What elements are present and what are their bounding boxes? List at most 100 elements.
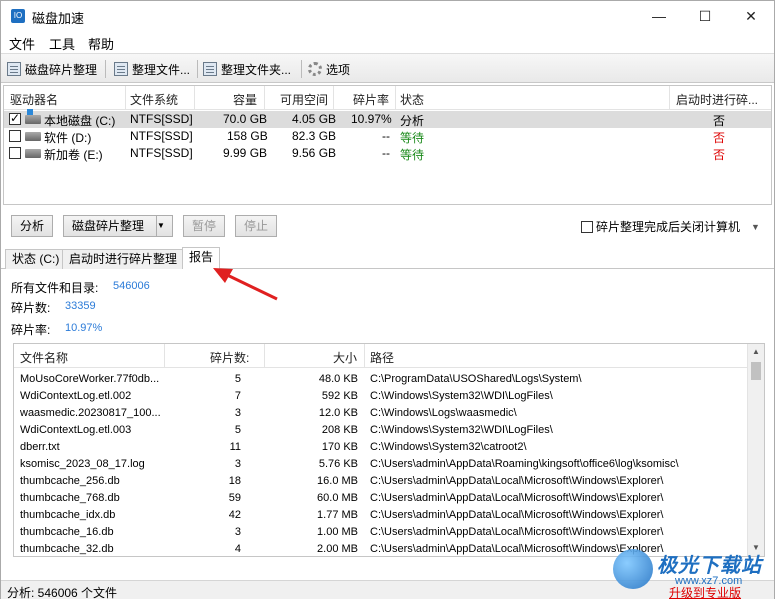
file-fragments-cell: 18 xyxy=(228,475,241,487)
col-status[interactable]: 状态 xyxy=(400,91,424,108)
table-row[interactable]: WdiContextLog.etl.002 7 592 KB C:\Windows\S… xyxy=(14,388,747,405)
chevron-down-icon[interactable]: ▼ xyxy=(156,216,172,236)
window-title: 磁盘加速 xyxy=(32,11,85,26)
drive-row-d[interactable]: 软件 (D:) NTFS[SSD] 158 GB 82.3 GB -- 等待 否 xyxy=(4,128,771,145)
col-free-space[interactable]: 可用空间 xyxy=(280,91,328,108)
table-row[interactable]: dberr.txt 11 170 KB C:\Windows\System32\cat… xyxy=(14,439,747,456)
table-row[interactable]: thumbcache_idx.db 42 1.77 MB C:\Users\admin… xyxy=(14,507,747,524)
drive-row-e[interactable]: 新加卷 (E:) NTFS[SSD] 9.99 GB 9.56 GB -- 等待… xyxy=(4,145,771,162)
file-fragments-cell: 3 xyxy=(234,458,241,470)
table-row[interactable]: waasmedic.20230817_100... 3 12.0 KB C:\Wind… xyxy=(14,405,747,422)
app-icon: IO xyxy=(11,9,25,23)
column-divider[interactable] xyxy=(125,86,126,109)
column-divider[interactable] xyxy=(364,344,365,367)
gear-icon xyxy=(308,62,322,76)
tab-report[interactable]: 报告 xyxy=(182,247,221,270)
column-divider[interactable] xyxy=(669,86,670,109)
vertical-scrollbar[interactable]: ▲ ▼ xyxy=(747,344,764,556)
file-fragments-cell: 3 xyxy=(234,407,241,419)
file-size-cell: 1.77 MB xyxy=(317,509,358,521)
file-path-cell: C:\Windows\System32\WDI\LogFiles\ xyxy=(370,390,553,402)
col-size[interactable]: 大小 xyxy=(333,349,357,366)
defrag-toolbar-button[interactable]: 磁盘碎片整理 xyxy=(7,59,97,79)
scrollbar-thumb[interactable] xyxy=(751,362,761,380)
column-divider[interactable] xyxy=(164,344,165,367)
pause-button[interactable]: 暂停 xyxy=(183,215,225,237)
stop-button[interactable]: 停止 xyxy=(235,215,277,237)
file-path-cell: C:\Users\admin\AppData\Local\Microsoft\W… xyxy=(370,492,664,504)
shutdown-checkbox[interactable] xyxy=(581,220,593,233)
close-icon[interactable]: ✕ xyxy=(728,1,774,31)
file-name-cell: thumbcache_256.db xyxy=(20,475,120,487)
defrag-icon xyxy=(7,62,21,76)
drive-fs: NTFS[SSD] xyxy=(130,112,193,126)
file-name-cell: thumbcache_32.db xyxy=(20,543,114,555)
table-row[interactable]: thumbcache_256.db 18 16.0 MB C:\Users\admin… xyxy=(14,473,747,490)
tab-status-c[interactable]: 状态 (C:) xyxy=(5,249,67,269)
file-fragments-cell: 7 xyxy=(234,390,241,402)
column-divider[interactable] xyxy=(264,86,265,109)
column-divider[interactable] xyxy=(333,86,334,109)
col-fragments[interactable]: 碎片数: xyxy=(210,349,249,366)
drive-row-c[interactable]: 本地磁盘 (C:) NTFS[SSD] 70.0 GB 4.05 GB 10.9… xyxy=(4,109,771,128)
table-row[interactable]: thumbcache_768.db 59 60.0 MB C:\Users\admin… xyxy=(14,490,747,507)
fragments-label: 碎片数: xyxy=(11,301,51,315)
drive-checkbox-d[interactable] xyxy=(9,130,21,142)
defrag-folder-label: 整理文件夹... xyxy=(221,62,292,77)
table-row[interactable]: MoUsoCoreWorker.77f0db... 5 48.0 KB C:\Prog… xyxy=(14,371,747,388)
file-name-cell: thumbcache_768.db xyxy=(20,492,120,504)
drive-status: 分析 xyxy=(400,114,425,128)
drive-boot-defrag: 否 xyxy=(713,148,726,162)
action-bar: 分析 磁盘碎片整理 ▼ 暂停 停止 碎片整理完成后关闭计算机 ▼ xyxy=(1,211,774,239)
minimize-icon[interactable]: — xyxy=(636,1,682,31)
file-size-cell: 170 KB xyxy=(321,441,358,453)
defrag-button-label: 磁盘碎片整理 xyxy=(72,219,145,233)
drive-checkbox-e[interactable] xyxy=(9,147,21,159)
tab-boot-defrag[interactable]: 启动时进行碎片整理 xyxy=(62,249,185,269)
col-filesystem[interactable]: 文件系统 xyxy=(130,91,178,108)
file-fragments-cell: 42 xyxy=(228,509,241,521)
drive-checkbox-c[interactable] xyxy=(9,111,21,125)
drive-icon xyxy=(25,132,41,141)
drive-free: 4.05 GB xyxy=(292,112,337,126)
chevron-down-icon[interactable]: ▼ xyxy=(751,222,760,232)
defrag-file-button[interactable]: 整理文件... xyxy=(114,59,190,79)
status-text: 分析: 546006 个文件 xyxy=(7,586,118,599)
options-label: 选项 xyxy=(326,62,351,77)
options-button[interactable]: 选项 xyxy=(308,59,350,79)
watermark-brand: 极光下载站 xyxy=(657,555,762,577)
menu-help[interactable]: 帮助 xyxy=(88,34,114,53)
col-capacity[interactable]: 容量 xyxy=(233,91,257,108)
frag-rate-label: 碎片率: xyxy=(11,323,51,337)
col-frag-rate[interactable]: 碎片率 xyxy=(353,91,389,108)
file-icon xyxy=(114,62,128,76)
drive-list: 驱动器名 文件系统 容量 可用空间 碎片率 状态 启动时进行碎... 本地磁盘 … xyxy=(3,85,772,205)
menu-tools[interactable]: 工具 xyxy=(49,34,75,53)
menu-file[interactable]: 文件 xyxy=(9,34,35,53)
drive-free: 9.56 GB xyxy=(292,146,337,160)
table-row[interactable]: WdiContextLog.etl.003 5 208 KB C:\Windows\S… xyxy=(14,422,747,439)
defrag-folder-button[interactable]: 整理文件夹... xyxy=(203,59,291,79)
drive-status: 等待 xyxy=(400,131,425,145)
file-size-cell: 5.76 KB xyxy=(318,458,358,470)
col-boot-defrag[interactable]: 启动时进行碎... xyxy=(676,91,758,108)
table-row[interactable]: ksomisc_2023_08_17.log 3 5.76 KB C:\Users\a… xyxy=(14,456,747,473)
analyze-button[interactable]: 分析 xyxy=(11,215,53,237)
col-file-name[interactable]: 文件名称 xyxy=(20,349,68,366)
file-size-cell: 592 KB xyxy=(321,390,358,402)
column-divider[interactable] xyxy=(194,86,195,109)
maximize-icon[interactable]: ☐ xyxy=(682,1,728,31)
fragments-value: 33359 xyxy=(65,300,96,312)
file-name-cell: WdiContextLog.etl.003 xyxy=(20,424,132,436)
table-row[interactable]: thumbcache_16.db 3 1.00 MB C:\Users\admin\A… xyxy=(14,524,747,541)
drive-icon xyxy=(25,149,41,158)
scroll-up-icon[interactable]: ▲ xyxy=(748,344,764,360)
column-divider[interactable] xyxy=(395,86,396,109)
title-bar: IO 磁盘加速 — ☐ ✕ xyxy=(1,1,774,31)
shutdown-option[interactable]: 碎片整理完成后关闭计算机 ▼ xyxy=(581,218,760,235)
column-divider[interactable] xyxy=(264,344,265,367)
col-path[interactable]: 路径 xyxy=(370,349,394,366)
defrag-split-button[interactable]: 磁盘碎片整理 ▼ xyxy=(63,215,173,237)
drive-frag: 10.97% xyxy=(351,112,392,126)
col-drive-name[interactable]: 驱动器名 xyxy=(10,91,58,108)
